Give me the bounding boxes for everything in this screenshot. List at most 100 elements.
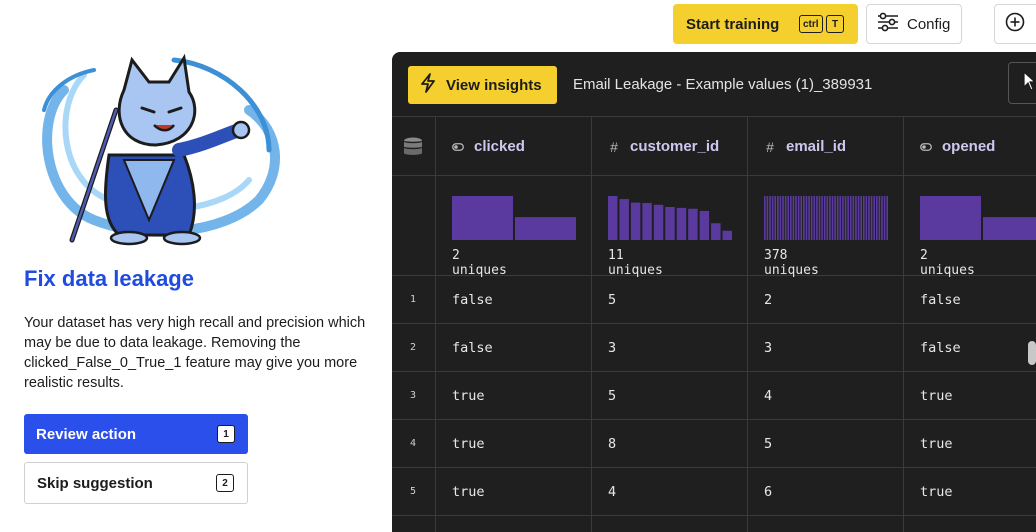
skip-suggestion-button[interactable]: Skip suggestion 2 [24, 462, 248, 504]
table-cell[interactable]: true [920, 436, 953, 452]
histogram-bar [803, 196, 805, 240]
histogram-bar [920, 196, 981, 240]
column-name: clicked [474, 138, 525, 155]
histogram-bar [821, 196, 823, 240]
row-index: 5 [409, 486, 417, 497]
database-icon [402, 136, 424, 163]
histogram-bar [688, 208, 698, 240]
config-button[interactable]: Config [866, 4, 962, 44]
table-cell[interactable]: true [452, 436, 485, 452]
histogram-email-id [764, 196, 888, 240]
histogram-bar [766, 196, 769, 240]
histogram-bar [764, 196, 766, 240]
histogram-bar [711, 223, 721, 240]
row-index: 3 [409, 390, 417, 401]
histogram-bar [813, 196, 816, 240]
column-header-customer-id[interactable]: # customer_id [608, 138, 719, 155]
histogram-bar [878, 196, 881, 240]
column-divider [903, 116, 904, 532]
select-tool-button[interactable] [1008, 62, 1036, 104]
add-button[interactable] [994, 4, 1036, 44]
histogram-bar [849, 196, 852, 240]
column-divider [747, 116, 748, 532]
row-index: 2 [409, 342, 417, 353]
table-cell[interactable]: true [452, 484, 485, 500]
histogram-bar [983, 217, 1036, 240]
histogram-bar [875, 196, 878, 240]
histogram-bar [452, 196, 513, 240]
histogram-bar [782, 196, 784, 240]
unique-count: 378 uniques [764, 248, 819, 278]
column-divider [591, 116, 592, 532]
table-cell[interactable]: 5 [608, 292, 616, 308]
table-cell[interactable]: 4 [764, 388, 772, 404]
table-cell[interactable]: 6 [764, 484, 772, 500]
histogram-bar [870, 196, 873, 240]
table-cell[interactable]: true [920, 484, 953, 500]
review-action-label: Review action [36, 425, 137, 443]
skip-suggestion-label: Skip suggestion [37, 474, 153, 492]
column-header-email-id[interactable]: # email_id [764, 138, 846, 155]
histogram-bar [834, 196, 836, 240]
row-divider [392, 323, 1036, 324]
plus-circle-icon [1005, 12, 1025, 37]
histogram-bar [779, 196, 782, 240]
histogram-bar [665, 207, 675, 240]
row-divider [392, 515, 1036, 516]
histogram-bar [883, 196, 886, 240]
table-cell[interactable]: 2 [764, 292, 772, 308]
cursor-icon [1023, 70, 1036, 96]
table-cell[interactable]: 4 [608, 484, 616, 500]
histogram-bar [810, 196, 813, 240]
table-cell[interactable]: false [920, 340, 961, 356]
table-cell[interactable]: 3 [608, 340, 616, 356]
histogram-bar [787, 196, 790, 240]
column-header-opened[interactable]: opened [920, 138, 995, 155]
histogram-bar [823, 196, 826, 240]
table-cell[interactable]: 3 [764, 340, 772, 356]
histogram-bar [800, 196, 803, 240]
column-name: opened [942, 138, 996, 155]
row-divider [392, 467, 1036, 468]
histogram-bar [826, 196, 829, 240]
table-cell[interactable]: 8 [608, 436, 616, 452]
column-name: customer_id [630, 138, 720, 155]
start-training-button[interactable]: Start training ctrl T [673, 4, 858, 44]
column-header-clicked[interactable]: clicked [452, 138, 525, 155]
unique-count: 2 uniques [920, 248, 975, 278]
histogram-bar [839, 196, 842, 240]
histogram-bar [774, 196, 777, 240]
table-cell[interactable]: 5 [608, 388, 616, 404]
view-insights-button[interactable]: View insights [408, 66, 557, 104]
suggestion-description: Your dataset has very high recall and pr… [24, 315, 366, 391]
table-cell[interactable]: false [452, 340, 493, 356]
skip-shortcut-key: 2 [216, 474, 234, 492]
histogram-bar [881, 196, 883, 240]
hash-icon: # [766, 138, 774, 155]
table-cell[interactable]: false [920, 292, 961, 308]
histogram-bar [630, 202, 641, 240]
histogram-opened [920, 196, 1036, 240]
histogram-bar [805, 196, 808, 240]
histogram-bar [790, 196, 792, 240]
histogram-bar [795, 196, 797, 240]
histogram-bar [831, 196, 834, 240]
row-divider [392, 371, 1036, 372]
dataset-name: Email Leakage - Example values (1)_38993… [573, 76, 873, 93]
table-cell[interactable]: true [452, 388, 485, 404]
histogram-bar [862, 196, 865, 240]
vertical-scrollbar[interactable] [1028, 341, 1036, 365]
histogram-bar [844, 196, 847, 240]
histogram-bar [792, 196, 795, 240]
histogram-bar [836, 196, 839, 240]
table-cell[interactable]: true [920, 388, 953, 404]
shortcut-t-key: T [826, 15, 844, 33]
row-index: 4 [409, 438, 417, 449]
histogram-bar [642, 203, 652, 240]
start-training-label: Start training [686, 15, 780, 33]
histogram-bar [722, 230, 732, 240]
toggle-icon [920, 142, 932, 151]
table-cell[interactable]: false [452, 292, 493, 308]
table-cell[interactable]: 5 [764, 436, 772, 452]
review-action-button[interactable]: Review action 1 [24, 414, 248, 454]
